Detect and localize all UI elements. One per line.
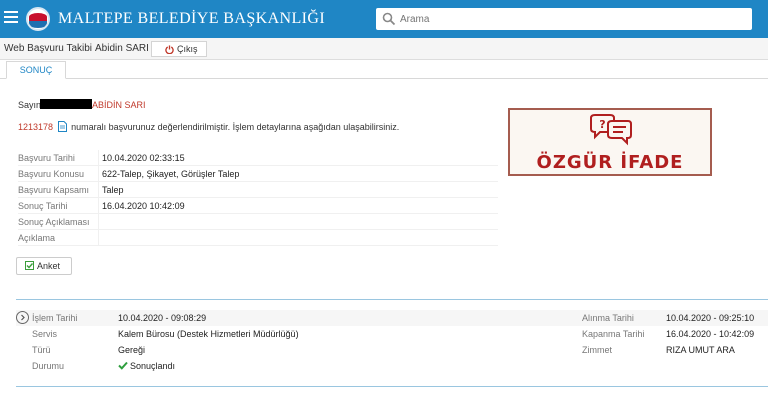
document-icon[interactable] (57, 121, 67, 132)
top-header: MALTEPE BELEDİYE BAŞKANLIĞI (0, 0, 768, 38)
applicant-name: ABİDİN SARI (92, 100, 146, 110)
process-details: İşlem Tarihi 10.04.2020 - 09:08:29 Servi… (16, 310, 768, 376)
info-row: Açıklama (18, 230, 498, 246)
survey-label: Anket (37, 261, 61, 271)
info-value: 622-Talep, Şikayet, Görüşler Talep (102, 169, 240, 179)
service-label: Servis (32, 329, 58, 339)
redacted-name-block (40, 99, 92, 109)
search-icon (382, 12, 396, 26)
application-info-table: Başvuru Tarihi 10.04.2020 02:33:15 Başvu… (18, 150, 498, 246)
process-date-value: 10.04.2020 - 09:08:29 (118, 313, 207, 323)
logo-text: ÖZGÜR İFADE (536, 152, 684, 173)
info-value: Talep (102, 185, 124, 195)
tab-bar: SONUÇ (0, 61, 768, 79)
salutation: Sayın (18, 100, 42, 110)
logout-label: Çıkış (177, 44, 198, 54)
info-label: Açıklama (18, 233, 56, 243)
user-bar: Web Başvuru Takibi Abidin SARI Çıkış (0, 38, 768, 60)
process-date-label: İşlem Tarihi (32, 313, 78, 323)
closed-date-value: 16.04.2020 - 10:42:09 (666, 329, 755, 339)
info-value: 10.04.2020 02:33:15 (102, 153, 185, 163)
closed-date-label: Kapanma Tarihi (582, 329, 645, 339)
user-name-label: Abidin SARI (95, 43, 149, 54)
service-value: Kalem Bürosu (Destek Hizmetleri Müdürlüğ… (118, 329, 299, 339)
status-label: Durumu (32, 361, 65, 371)
result-message: 1213178 numaralı başvurunuz değerlendiri… (18, 121, 399, 132)
info-row: Başvuru Tarihi 10.04.2020 02:33:15 (18, 150, 498, 166)
info-label: Sonuç Tarihi (18, 201, 68, 211)
assignee-label: Zimmet (582, 345, 612, 355)
status-value: Sonuçlandı (118, 361, 175, 371)
ozgur-ifade-logo: ? ÖZGÜR İFADE (508, 108, 712, 176)
info-row: Başvuru Kapsamı Talep (18, 182, 498, 198)
search-input[interactable] (400, 11, 740, 27)
app-name-label: Web Başvuru Takibi (4, 43, 93, 54)
logout-button[interactable]: Çıkış (151, 41, 207, 57)
divider-top (16, 299, 768, 300)
info-row: Başvuru Konusu 622-Talep, Şikayet, Görüş… (18, 166, 498, 182)
search-box[interactable] (376, 8, 752, 30)
tab-result[interactable]: SONUÇ (6, 61, 66, 79)
speech-bubbles-icon: ? (590, 114, 632, 146)
info-label: Başvuru Tarihi (18, 153, 75, 163)
result-message-text: numaralı başvurunuz değerlendirilmiştir.… (71, 122, 400, 132)
check-icon (118, 361, 128, 370)
info-value: 16.04.2020 10:42:09 (102, 201, 185, 211)
checkbox-icon (25, 261, 34, 270)
municipality-logo (26, 7, 50, 31)
type-label: Türü (32, 345, 51, 355)
info-row: Sonuç Açıklaması (18, 214, 498, 230)
divider-bottom (16, 386, 768, 387)
app-title: MALTEPE BELEDİYE BAŞKANLIĞI (58, 10, 326, 27)
power-icon (165, 45, 174, 54)
info-label: Sonuç Açıklaması (18, 217, 90, 227)
info-row: Sonuç Tarihi 16.04.2020 10:42:09 (18, 198, 498, 214)
hamburger-menu-icon[interactable] (4, 11, 18, 25)
received-date-value: 10.04.2020 - 09:25:10 (666, 313, 755, 323)
info-label: Başvuru Konusu (18, 169, 85, 179)
type-value: Gereği (118, 345, 146, 355)
assignee-value: RIZA UMUT ARA (666, 345, 735, 355)
application-number[interactable]: 1213178 (18, 122, 53, 132)
svg-text:?: ? (599, 118, 605, 131)
info-label: Başvuru Kapsamı (18, 185, 90, 195)
expand-chevron-icon[interactable] (16, 311, 29, 324)
status-text: Sonuçlandı (130, 361, 176, 371)
received-date-label: Alınma Tarihi (582, 313, 634, 323)
result-panel: Sayın ABİDİN SARI 1213178 numaralı başvu… (0, 80, 768, 400)
survey-button[interactable]: Anket (16, 257, 72, 275)
